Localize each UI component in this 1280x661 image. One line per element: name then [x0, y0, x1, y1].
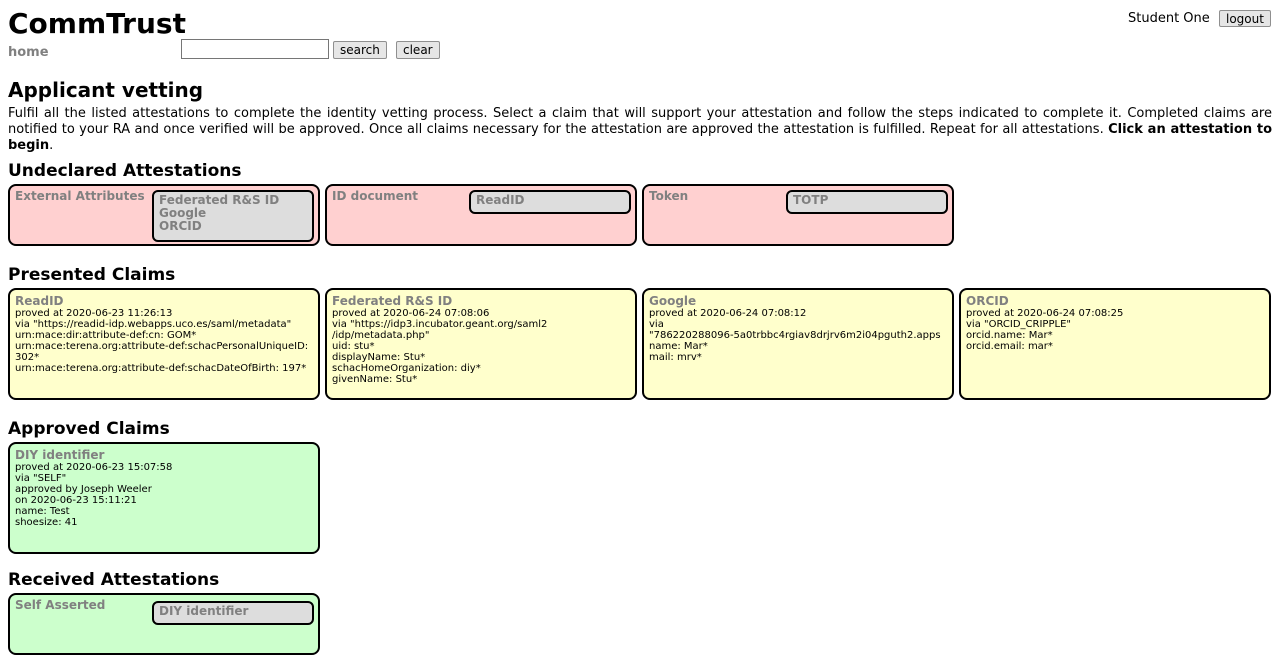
claim-option[interactable]: ORCID: [159, 220, 307, 233]
claim-details: proved at 2020-06-23 15:07:58 via "SELF"…: [15, 462, 316, 528]
claim-name: DIY identifier: [15, 448, 105, 462]
claim-detail-line: proved at 2020-06-24 07:08:25: [966, 308, 1124, 319]
intro-end: .: [49, 138, 54, 153]
claim-details: proved at 2020-06-24 07:08:06 via "https…: [332, 308, 633, 385]
section-title-approved: Approved Claims: [8, 419, 170, 439]
claim-detail-line: shoesize: 41: [15, 517, 78, 528]
claim-detail-line: urn:mace:terena.org:attribute-def:schacP…: [15, 341, 309, 352]
logout-button[interactable]: logout: [1219, 10, 1271, 27]
search-input[interactable]: [181, 39, 329, 59]
attestation-name: Token: [649, 189, 689, 203]
clear-button[interactable]: clear: [396, 41, 440, 59]
claim-options[interactable]: Federated R&S ID Google ORCID: [152, 190, 314, 242]
claim-detail-line: 302*: [15, 352, 40, 363]
claim-options[interactable]: DIY identifier: [152, 601, 314, 625]
attestation-name: ID document: [332, 189, 419, 203]
claim-detail-line: via "https://idp3.incubator.geant.org/sa…: [332, 319, 548, 330]
claim-card-orcid[interactable]: ORCID proved at 2020-06-24 07:08:25 via …: [959, 288, 1271, 400]
claim-detail-line: urn:mace:dir:attribute-def:cn: GOM*: [15, 330, 197, 341]
search-button[interactable]: search: [333, 41, 387, 59]
claim-card-federated-rs-id[interactable]: Federated R&S ID proved at 2020-06-24 07…: [325, 288, 637, 400]
claim-detail-line: orcid.email: mar*: [966, 341, 1053, 352]
claim-detail-line: givenName: Stu*: [332, 374, 418, 385]
claim-card-diy-identifier[interactable]: DIY identifier proved at 2020-06-23 15:0…: [8, 442, 320, 554]
intro-text: Fulfil all the listed attestations to co…: [8, 106, 1272, 154]
claim-name: Google: [649, 294, 697, 308]
attestation-card-id-document[interactable]: ID document ReadID: [325, 184, 637, 246]
section-title-presented: Presented Claims: [8, 265, 176, 285]
attestation-card-external-attributes[interactable]: External Attributes Federated R&S ID Goo…: [8, 184, 320, 246]
claim-detail-line: schacHomeOrganization: diy*: [332, 363, 481, 374]
claim-card-google[interactable]: Google proved at 2020-06-24 07:08:12 via…: [642, 288, 954, 400]
attestation-name: Self Asserted: [15, 598, 106, 612]
claim-detail-line: uid: stu*: [332, 341, 375, 352]
user-name: Student One: [1128, 11, 1210, 26]
attestation-card-self-asserted[interactable]: Self Asserted DIY identifier: [8, 593, 320, 655]
claim-name: ReadID: [15, 294, 64, 308]
claim-detail-line: approved by Joseph Weeler: [15, 484, 152, 495]
claim-card-readid[interactable]: ReadID proved at 2020-06-23 11:26:13 via…: [8, 288, 320, 400]
claim-details: proved at 2020-06-23 11:26:13 via "https…: [15, 308, 316, 374]
claim-detail-line: proved at 2020-06-23 15:07:58: [15, 462, 173, 473]
home-link[interactable]: home: [8, 45, 49, 60]
claim-detail-line: name: Mar*: [649, 341, 708, 352]
claim-option[interactable]: ReadID: [476, 194, 624, 207]
claim-detail-line: /idp/metadata.php": [332, 330, 430, 341]
page-title: Applicant vetting: [8, 78, 204, 102]
claim-name: ORCID: [966, 294, 1009, 308]
claim-detail-line: proved at 2020-06-23 11:26:13: [15, 308, 173, 319]
claim-options[interactable]: TOTP: [786, 190, 948, 214]
section-title-received: Received Attestations: [8, 570, 220, 590]
attestation-card-token[interactable]: Token TOTP: [642, 184, 954, 246]
claim-detail-line: "786220288096-5a0trbbc4rgiav8drjrv6m2i04…: [649, 330, 941, 341]
claim-detail-line: on 2020-06-23 15:11:21: [15, 495, 137, 506]
claim-detail-line: proved at 2020-06-24 07:08:06: [332, 308, 490, 319]
claim-detail-line: via "ORCID_CRIPPLE": [966, 319, 1071, 330]
claim-detail-line: displayName: Stu*: [332, 352, 426, 363]
claim-option[interactable]: DIY identifier: [159, 605, 307, 618]
claim-detail-line: orcid.name: Mar*: [966, 330, 1053, 341]
section-title-undeclared: Undeclared Attestations: [8, 161, 242, 181]
claim-detail-line: proved at 2020-06-24 07:08:12: [649, 308, 807, 319]
claim-detail-line: via "https://readid-idp.webapps.uco.es/s…: [15, 319, 292, 330]
claim-detail-line: via "SELF": [15, 473, 67, 484]
claim-option[interactable]: TOTP: [793, 194, 941, 207]
intro-body: Fulfil all the listed attestations to co…: [8, 106, 1272, 137]
claim-options[interactable]: ReadID: [469, 190, 631, 214]
claim-detail-line: mail: mrv*: [649, 352, 702, 363]
app-logo: CommTrust: [8, 7, 186, 40]
claim-details: proved at 2020-06-24 07:08:12 via "78622…: [649, 308, 950, 363]
claim-detail-line: via: [649, 319, 664, 330]
claim-detail-line: urn:mace:terena.org:attribute-def:schacD…: [15, 363, 307, 374]
claim-name: Federated R&S ID: [332, 294, 453, 308]
claim-details: proved at 2020-06-24 07:08:25 via "ORCID…: [966, 308, 1267, 352]
attestation-name: External Attributes: [15, 189, 145, 203]
claim-detail-line: name: Test: [15, 506, 70, 517]
